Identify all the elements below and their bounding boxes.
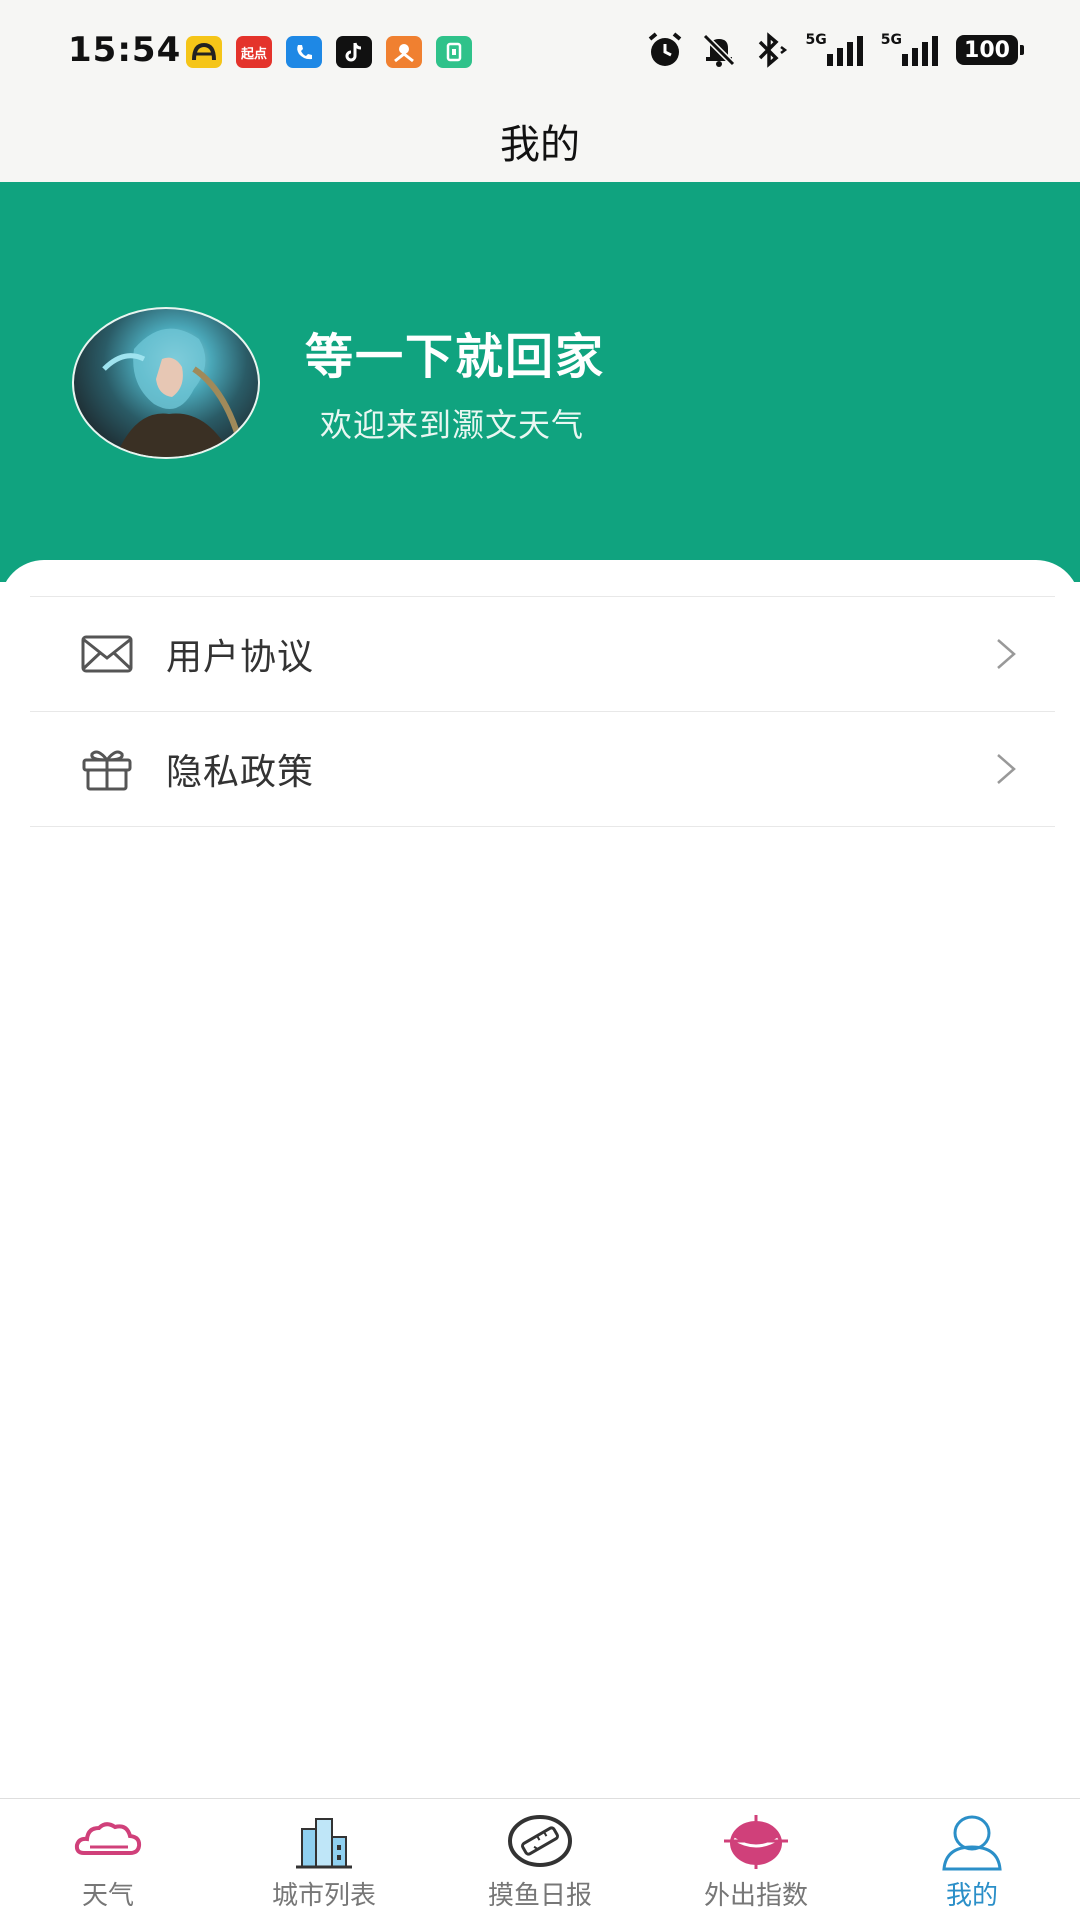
app-yellow-icon — [186, 36, 222, 68]
nav-label-mine: 我的 — [945, 1881, 998, 1911]
profile-banner: 等一下就回家 欢迎来到灏文天气 — [0, 182, 1080, 582]
app-orange-icon — [386, 36, 422, 68]
menu-label-user-agreement: 用户协议 — [166, 637, 315, 678]
nav-label-weather: 天气 — [81, 1881, 134, 1911]
nav-item-mine[interactable]: 我的 — [864, 1799, 1080, 1920]
nav-label-fish-daily: 摸鱼日报 — [487, 1881, 592, 1911]
page-title: 我的 — [500, 122, 580, 168]
app-green-icon — [436, 36, 472, 68]
fish-ruler-icon — [508, 1815, 572, 1867]
status-time: 15:54 — [68, 30, 182, 70]
nav-label-outing-index: 外出指数 — [703, 1881, 808, 1911]
header: 我的 — [0, 100, 1080, 182]
user-icon — [942, 1815, 1002, 1871]
envelope-icon — [81, 635, 133, 673]
mute-bell-icon — [700, 30, 738, 70]
outing-index-icon — [724, 1815, 788, 1869]
welcome-text: 欢迎来到灏文天气 — [320, 406, 585, 444]
menu-card: 用户协议 隐私政策 — [0, 560, 1080, 1800]
bluetooth-icon — [754, 30, 790, 70]
city-buildings-icon — [296, 1818, 352, 1869]
alarm-icon — [646, 30, 684, 70]
tiktok-icon — [336, 36, 372, 68]
qidian-icon: 起点 — [236, 36, 272, 68]
phone-app-icon — [286, 36, 322, 68]
menu-list: 用户协议 隐私政策 — [30, 596, 1055, 827]
menu-item-privacy-policy[interactable]: 隐私政策 — [30, 712, 1055, 827]
bottom-nav: 天气 城市列表 摸鱼日报 外出指数 我的 — [0, 1798, 1080, 1920]
nav-item-fish-daily[interactable]: 摸鱼日报 — [432, 1799, 648, 1920]
status-bar: 15:54 起点 5G 5G 100 — [0, 0, 1080, 100]
menu-label-privacy-policy: 隐私政策 — [166, 752, 315, 793]
chevron-right-icon — [997, 639, 1016, 669]
nav-item-weather[interactable]: 天气 — [0, 1799, 216, 1920]
cloud-icon — [74, 1822, 142, 1855]
gift-icon — [82, 750, 132, 791]
nav-label-city-list: 城市列表 — [271, 1881, 376, 1911]
avatar[interactable] — [72, 307, 260, 459]
chevron-right-icon — [997, 754, 1016, 784]
signal-5g-icon-1: 5G — [806, 30, 865, 70]
system-icons: 5G 5G 100 — [646, 30, 1024, 70]
signal-5g-icon-2: 5G — [881, 30, 940, 70]
battery-indicator: 100 — [956, 35, 1024, 65]
nav-item-city-list[interactable]: 城市列表 — [216, 1799, 432, 1920]
user-name: 等一下就回家 — [305, 329, 606, 385]
notification-icons: 起点 — [186, 36, 472, 68]
nav-item-outing-index[interactable]: 外出指数 — [648, 1799, 864, 1920]
menu-item-user-agreement[interactable]: 用户协议 — [30, 597, 1055, 712]
